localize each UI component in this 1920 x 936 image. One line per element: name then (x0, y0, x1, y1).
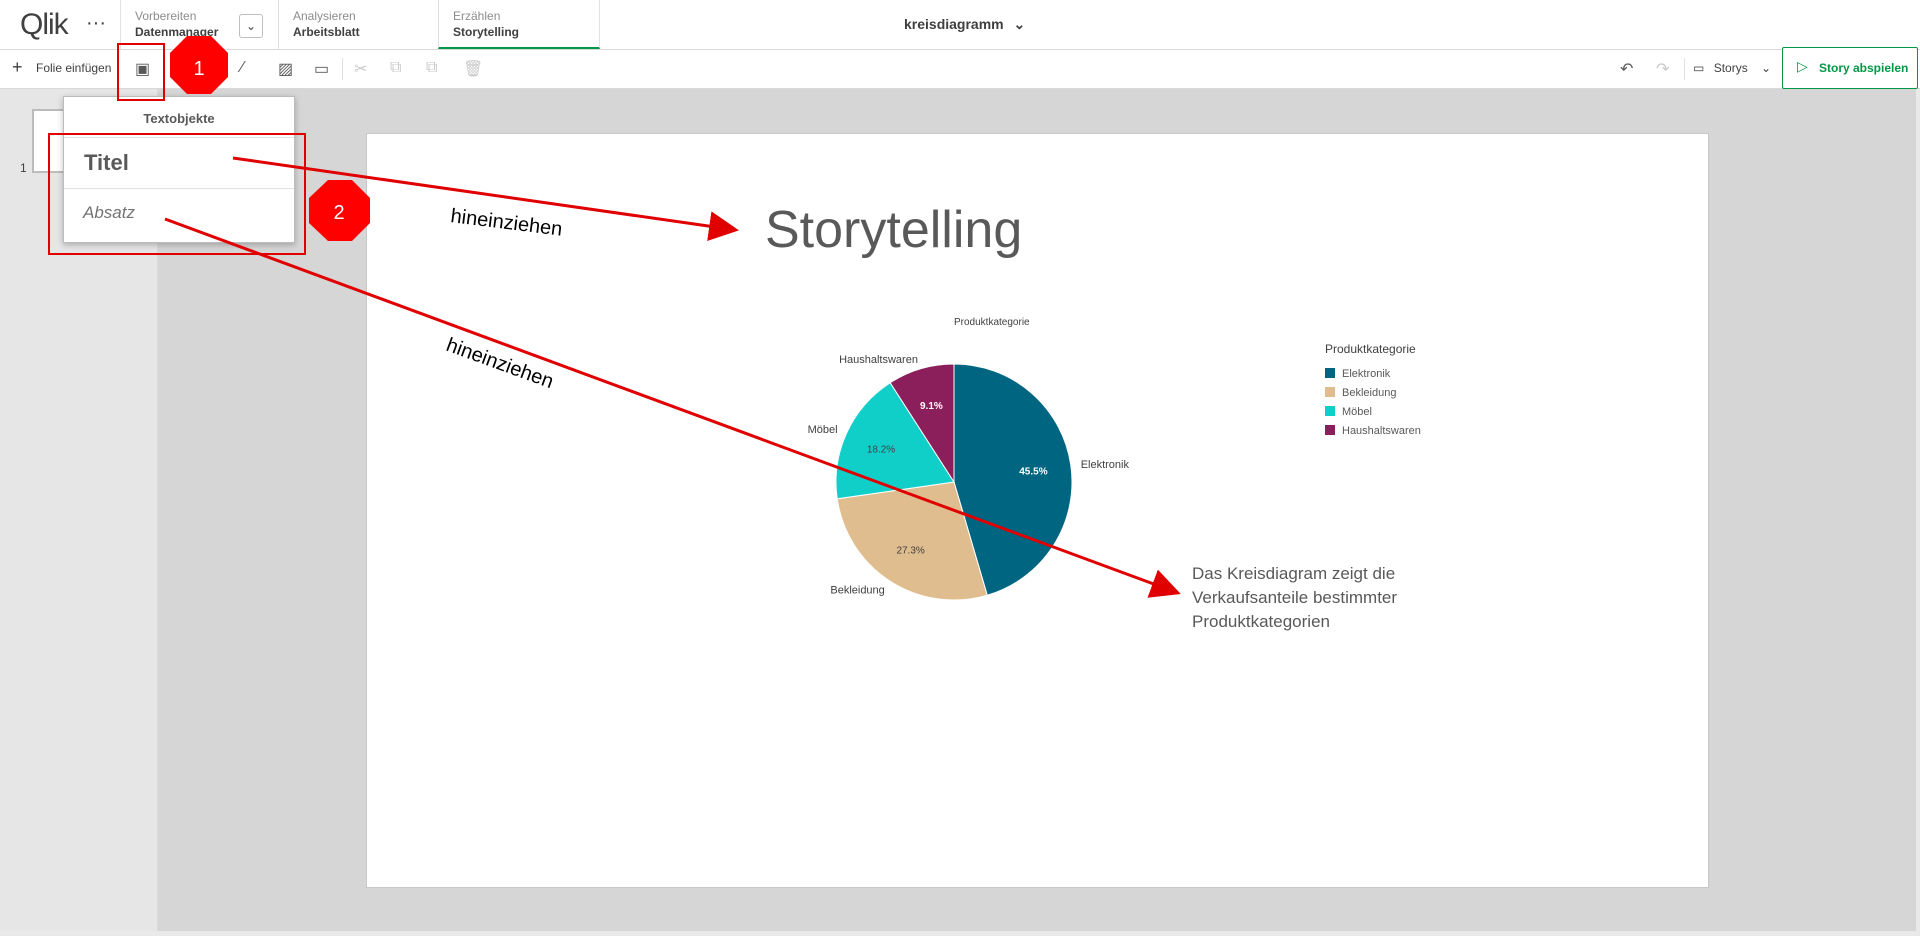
tab-prepare[interactable]: Vorbereiten Datenmanager ⌄ (120, 0, 279, 49)
play-icon: ▷ (1797, 58, 1808, 74)
play-story-label: Story abspielen (1819, 61, 1909, 75)
insert-slide-button[interactable]: + Folie einfügen (0, 50, 118, 88)
slide-number: 1 (20, 161, 27, 175)
pie-value-label: 9.1% (920, 401, 943, 412)
legend-item-label[interactable]: Haushaltswaren (1342, 425, 1421, 437)
insert-slide-label: Folie einfügen (36, 61, 112, 75)
copy-icon[interactable]: ⧉ (390, 59, 401, 77)
undo-icon[interactable]: ↶ (1620, 59, 1633, 79)
legend-swatch (1325, 368, 1335, 378)
toolbar-divider (1684, 58, 1685, 80)
pie-category-label: Bekleidung (830, 585, 884, 597)
magic-wand-icon[interactable]: ⁄ (241, 59, 244, 77)
pie-slices (835, 363, 1073, 601)
title-object-label: Titel (84, 150, 129, 175)
app-title-text: kreisdiagramm (904, 16, 1004, 32)
legend-title: Produktkategorie (1325, 342, 1416, 356)
paragraph-object[interactable]: Absatz (64, 188, 294, 239)
pie-value-label: 45.5% (1019, 467, 1047, 478)
storys-label: Storys (1713, 61, 1748, 75)
pie-category-label: Elektronik (1081, 459, 1130, 471)
legend-swatch (1325, 387, 1335, 397)
tab-prepare-value: Datenmanager (135, 25, 219, 39)
play-story-button[interactable]: ▷ Story abspielen (1782, 47, 1918, 89)
legend-swatch (1325, 425, 1335, 435)
storys-dropdown[interactable]: ▭ Storys ⌄ (1693, 61, 1771, 75)
media-icon[interactable]: ▭ (314, 59, 329, 79)
pie-value-label: 18.2% (867, 445, 895, 456)
legend-item-label[interactable]: Möbel (1342, 406, 1372, 418)
present-icon: ▭ (1693, 61, 1705, 75)
chart-legend[interactable]: Produktkategorie Elektronik Bekleidung Möbe… (1325, 342, 1421, 437)
tab-narrate-value: Storytelling (453, 25, 520, 39)
delete-icon[interactable]: 🗑 (463, 59, 483, 79)
chevron-down-icon: ⌄ (1761, 61, 1772, 75)
qlik-logo[interactable]: Qlik (20, 8, 69, 42)
pie-category-label: Möbel (808, 424, 838, 436)
pie-value-label: 27.3% (896, 546, 924, 557)
pie-category-label: Haushaltswaren (839, 354, 918, 366)
image-icon[interactable]: ▨ (278, 59, 293, 79)
tab-narrate[interactable]: Erzählen Storytelling (438, 0, 600, 49)
plus-icon: + (12, 57, 23, 77)
legend-swatch (1325, 406, 1335, 416)
toolbar-divider (342, 58, 343, 80)
legend-item-label[interactable]: Bekleidung (1342, 387, 1396, 399)
top-bar: Qlik ··· Vorbereiten Datenmanager ⌄ Anal… (0, 0, 1920, 50)
tab-analyze-label: Analysieren (293, 9, 356, 23)
app-title[interactable]: kreisdiagramm ⌄ (904, 16, 1025, 33)
toolbar-divider (118, 58, 119, 80)
legend-item-label[interactable]: Elektronik (1342, 368, 1391, 380)
cut-icon[interactable]: ✂ (354, 59, 367, 79)
more-dots-icon[interactable]: ··· (86, 12, 106, 35)
tab-prepare-label: Vorbereiten (135, 9, 197, 23)
chevron-down-icon[interactable]: ⌄ (239, 14, 263, 38)
title-object[interactable]: Titel (64, 137, 294, 188)
popup-header: Textobjekte (143, 111, 215, 126)
tab-narrate-label: Erzählen (453, 9, 501, 23)
text-objects-popup: Textobjekte Titel Absatz (63, 96, 295, 243)
pie-chart[interactable]: Produktkategorie 45.5% Elektronik 27.3% Bek… (770, 305, 1470, 625)
chevron-down-icon: ⌄ (1013, 16, 1026, 32)
tab-analyze-value: Arbeitsblatt (293, 25, 360, 39)
tab-analyze[interactable]: Analysieren Arbeitsblatt (278, 0, 439, 49)
toolbar: + Folie einfügen ▣ ⁄ ▨ ▭ ✂ ⧉ ⧉ 🗑 ↶ ↷ ▭ S… (0, 47, 1920, 89)
paragraph-object-label: Absatz (83, 203, 135, 222)
chart-title: Produktkategorie (954, 317, 1030, 328)
paste-icon[interactable]: ⧉ (426, 59, 437, 77)
text-object-icon[interactable]: ▣ (135, 59, 150, 79)
slide-title[interactable]: Storytelling (765, 200, 1022, 260)
redo-icon[interactable]: ↷ (1656, 59, 1669, 79)
